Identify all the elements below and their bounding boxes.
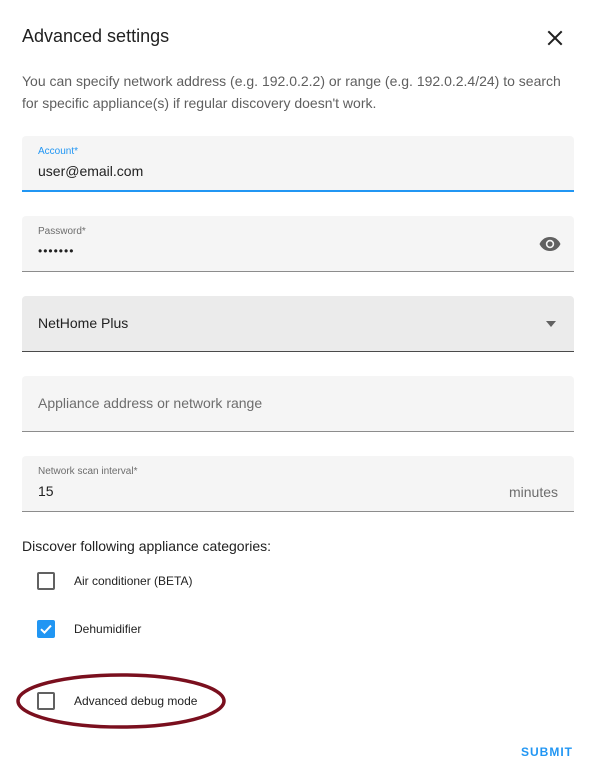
app-select[interactable]: NetHome Plus (22, 296, 574, 352)
advanced-debug-checkbox[interactable] (37, 692, 55, 710)
close-icon (547, 30, 563, 46)
dehumidifier-checkbox[interactable] (37, 620, 55, 638)
scan-interval-label: Network scan interval* (38, 466, 138, 477)
air-conditioner-label: Air conditioner (BETA) (74, 574, 193, 588)
password-field[interactable]: Password* ••••••• (22, 216, 574, 272)
account-value: user@email.com (38, 163, 144, 179)
close-button[interactable] (541, 24, 569, 52)
password-value: ••••••• (38, 244, 75, 258)
submit-button[interactable]: SUBMIT (521, 745, 573, 759)
category-air-conditioner: Air conditioner (BETA) (37, 571, 192, 591)
account-field[interactable]: Account* user@email.com (22, 136, 574, 192)
air-conditioner-checkbox[interactable] (37, 572, 55, 590)
dialog-header: Advanced settings (22, 26, 573, 50)
categories-label: Discover following appliance categories: (22, 538, 272, 554)
scan-interval-suffix: minutes (508, 484, 558, 500)
advanced-debug-row: Advanced debug mode (37, 691, 197, 711)
show-password-button[interactable] (538, 232, 562, 256)
password-label: Password* (38, 226, 86, 237)
dropdown-arrow-icon (546, 321, 556, 327)
dialog-description: You can specify network address (e.g. 19… (22, 73, 561, 111)
scan-interval-value: 15 (38, 483, 54, 499)
dehumidifier-label: Dehumidifier (74, 622, 142, 636)
category-dehumidifier: Dehumidifier (37, 619, 141, 639)
checkmark-icon (40, 624, 52, 635)
account-label: Account* (38, 146, 79, 157)
advanced-settings-dialog: Advanced settings You can specify networ… (0, 0, 595, 774)
eye-icon (539, 237, 561, 251)
app-select-value: NetHome Plus (38, 315, 129, 331)
address-placeholder: Appliance address or network range (38, 395, 263, 411)
address-field[interactable]: Appliance address or network range (22, 376, 574, 432)
scan-interval-field[interactable]: Network scan interval* 15 minutes (22, 456, 574, 512)
dialog-title: Advanced settings (22, 26, 170, 46)
advanced-debug-label: Advanced debug mode (74, 694, 198, 708)
